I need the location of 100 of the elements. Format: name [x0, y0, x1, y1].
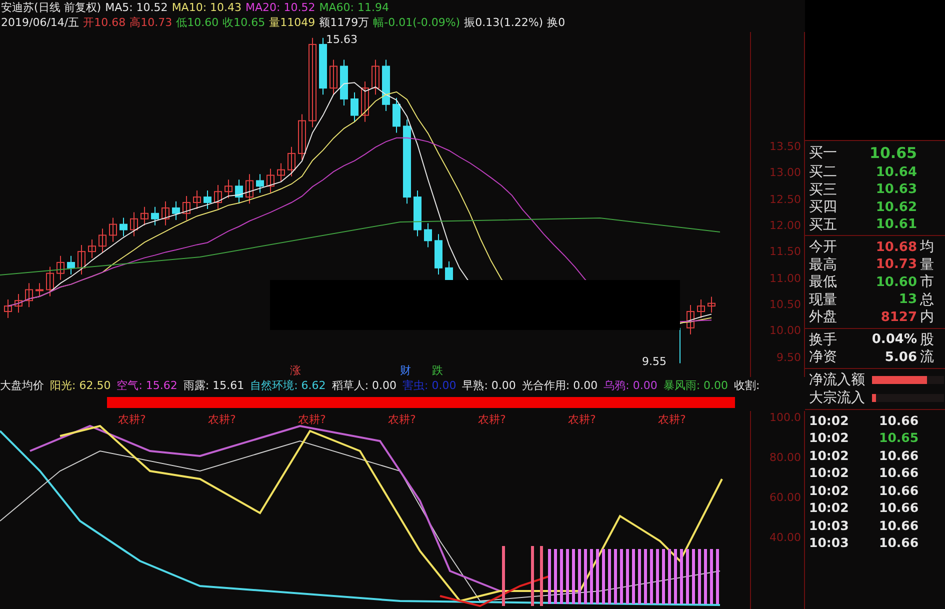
high-price-label: 15.63 — [326, 33, 358, 46]
axis-label: 11.00 — [768, 272, 802, 287]
moving-average-value: MA20: 10.52 — [246, 0, 316, 15]
indicator-value: 害虫: 0.00 — [402, 378, 456, 392]
bid-price: 10.63 — [874, 182, 917, 197]
stat-label: 流 — [919, 348, 935, 366]
candlestick — [14, 294, 22, 314]
candlestick — [372, 59, 380, 96]
stat-label: 股 — [919, 330, 935, 348]
signal-marker: 财 — [400, 364, 411, 377]
candlestick — [697, 299, 705, 319]
tick-time: 10:03 — [809, 518, 850, 533]
candlestick — [88, 239, 96, 259]
stat-value: 13 — [898, 292, 917, 307]
quote-value: 低10.60 — [176, 15, 219, 30]
candlestick — [25, 282, 33, 308]
indicator-value: 稻草人: 0.00 — [332, 378, 397, 392]
indicator-value: 自然环境: 6.62 — [250, 378, 326, 392]
tick-price: 10.65 — [879, 430, 920, 446]
indicator-value: 乌鸦: 0.00 — [604, 378, 658, 392]
signal-label: 农耕? — [388, 413, 416, 426]
indicator-value: 空气: 15.62 — [116, 378, 178, 392]
stat-label: 净资 — [809, 348, 838, 366]
tick-price: 10.66 — [879, 518, 920, 533]
axis-label: 11.50 — [768, 245, 802, 260]
candlestick — [4, 299, 12, 319]
axis-label: 13.00 — [768, 166, 802, 182]
tick-time: 10:02 — [809, 500, 850, 516]
candlestick — [414, 190, 422, 237]
candlestick — [361, 81, 369, 122]
quote-value: 高10.73 — [130, 15, 172, 30]
candlestick — [350, 92, 358, 122]
stat-label: 市 — [919, 273, 935, 291]
indicator-value: 光合作用: 0.00 — [522, 378, 598, 392]
candlestick — [434, 234, 442, 275]
moving-average-value: MA5: 10.52 — [105, 0, 168, 15]
moving-average-value: MA60: 11.94 — [319, 0, 389, 15]
stat-value: 0.04% — [870, 332, 917, 347]
indicator-value: 暴风雨: 0.00 — [663, 378, 728, 392]
signal-label: 农耕? — [118, 413, 146, 426]
stat-label: 现量 — [809, 290, 838, 308]
candlestick — [382, 59, 390, 112]
candlestick — [424, 222, 432, 248]
bid-price: 10.64 — [874, 164, 917, 180]
quote-value: 额1179万 — [319, 15, 370, 30]
candlestick — [109, 217, 117, 242]
axis-label: 60.00 — [768, 491, 802, 506]
axis-label: 40.00 — [768, 531, 802, 546]
candlestick — [445, 260, 453, 280]
tick-time: 10:03 — [809, 535, 850, 550]
candlestick — [182, 195, 190, 220]
tick-price: 10.66 — [879, 535, 920, 550]
candlestick — [162, 200, 170, 226]
candlestick — [288, 146, 296, 177]
candlestick — [319, 37, 327, 96]
stat-label: 外盘 — [809, 308, 838, 326]
signal-label: 农耕? — [478, 413, 506, 426]
indicator-value: 大盘均价 — [0, 378, 44, 392]
axis-label: 12.50 — [768, 192, 802, 208]
signal-label: 农耕? — [298, 413, 326, 426]
signal-label: 农耕? — [568, 413, 596, 426]
stat-label: 今开 — [809, 238, 838, 256]
stat-value: 5.06 — [884, 350, 917, 364]
quote-value: 振0.13(1.22%) — [464, 15, 544, 30]
moving-average-value: MA10: 10.43 — [172, 0, 242, 15]
candlestick — [392, 97, 400, 134]
candlestick — [246, 174, 254, 204]
indicator-value: 早熟: 0.00 — [462, 378, 516, 392]
bid-price: 10.61 — [874, 217, 917, 232]
candlestick — [204, 190, 212, 210]
candlestick — [235, 179, 243, 204]
tick-time: 10:02 — [809, 448, 850, 463]
candlestick — [298, 114, 306, 160]
quote-value: 量11049 — [269, 15, 316, 30]
stat-value: 8127 — [880, 310, 917, 324]
stat-label: 量 — [919, 256, 935, 274]
axis-label: 10.50 — [768, 298, 802, 313]
bid-label: 买四 — [809, 198, 838, 216]
candlestick — [46, 266, 54, 297]
tick-time: 10:02 — [809, 430, 850, 446]
signal-label: 农耕? — [208, 413, 236, 426]
quote-value: 收10.65 — [222, 15, 266, 30]
signal-marker: 涨 — [290, 364, 301, 377]
candlestick — [78, 244, 86, 275]
candlestick — [120, 217, 128, 237]
candlestick — [193, 190, 201, 210]
tick-time: 10:02 — [809, 465, 850, 480]
bid-price: 10.62 — [874, 200, 917, 214]
candlestick — [708, 296, 716, 314]
axis-label: 12.00 — [768, 218, 802, 234]
candlestick — [686, 304, 694, 335]
bid-label: 买一 — [809, 144, 838, 162]
tick-price: 10.66 — [879, 482, 920, 498]
candlestick — [340, 59, 348, 106]
candlestick — [98, 228, 106, 254]
candlestick — [67, 255, 75, 275]
flow-label: 大宗流入 — [809, 388, 866, 406]
tick-time: 10:02 — [809, 412, 850, 428]
bid-price: 10.65 — [868, 144, 917, 162]
stat-label: 最高 — [809, 256, 838, 274]
